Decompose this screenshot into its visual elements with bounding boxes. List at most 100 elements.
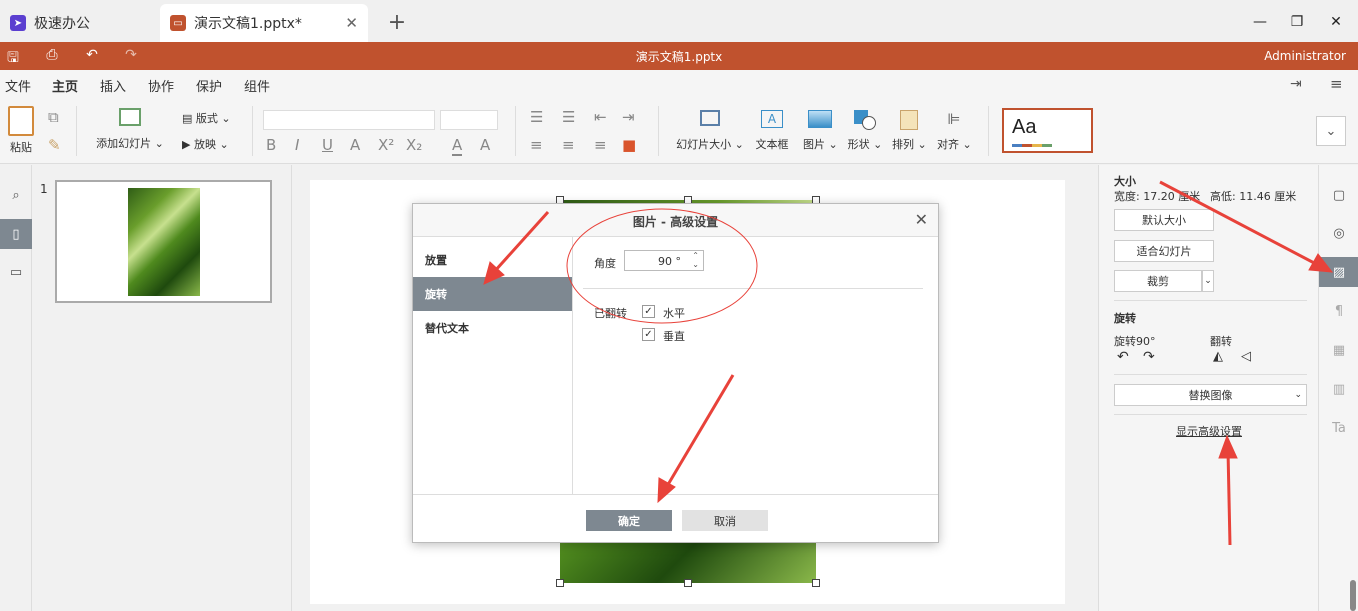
theme-sample-text: Aa [1012, 116, 1037, 138]
slide-size-button[interactable]: 幻灯片大小 ⌄ [676, 110, 744, 152]
thumbnail-picture [128, 188, 200, 296]
font-family-select[interactable] [263, 110, 435, 130]
spinner-icon[interactable]: ⌃ ⌄ [692, 251, 699, 269]
textbox-button[interactable]: A 文本框 [754, 110, 790, 152]
chart-settings-icon[interactable]: ▥ [1319, 374, 1358, 404]
dialog-nav: 放置 旋转 替代文本 [413, 237, 573, 494]
nav-rotation[interactable]: 旋转 [413, 277, 572, 311]
numbered-list-icon[interactable]: ☰ [562, 108, 575, 126]
rotate90-label: 旋转90° [1114, 335, 1156, 348]
nav-placement[interactable]: 放置 [413, 243, 572, 277]
hamburger-menu-icon[interactable]: ≡ [1330, 75, 1343, 93]
width-value: 宽度: 17.20 厘米 [1114, 190, 1201, 203]
tab-document[interactable]: ▭ 演示文稿1.pptx* ✕ [160, 4, 368, 42]
flip-horizontal-icon[interactable]: ◭ [1213, 349, 1223, 364]
close-icon[interactable]: ✕ [915, 210, 928, 229]
decrease-indent-icon[interactable]: ⇤ [594, 108, 607, 126]
angle-value: 90 ° [658, 255, 681, 268]
title-bar: 🖫 ⎙ ↶ ↷ 演示文稿1.pptx Administrator [0, 42, 1358, 70]
picture-button[interactable]: 图片 ⌄ [803, 110, 838, 152]
menu-components[interactable]: 组件 [244, 76, 270, 95]
resize-handle[interactable] [684, 579, 692, 587]
slide-thumbnail[interactable] [55, 180, 272, 303]
paragraph-settings-icon[interactable]: ¶ [1319, 296, 1358, 326]
italic-icon[interactable]: I [295, 136, 299, 154]
line-spacing-icon[interactable]: ≡ [594, 136, 607, 154]
highlight-icon[interactable]: A [480, 136, 490, 154]
increase-indent-icon[interactable]: ⇥ [622, 108, 635, 126]
menu-protect[interactable]: 保护 [196, 76, 222, 95]
text-art-settings-icon[interactable]: Ta [1319, 413, 1358, 443]
menu-file[interactable]: 文件 [5, 76, 31, 95]
underline-icon[interactable]: U [322, 136, 333, 154]
align-left-icon[interactable]: ≡ [530, 136, 543, 154]
fill-color-icon[interactable]: ■ [622, 136, 636, 154]
slides-view-icon[interactable]: ▯ [0, 219, 32, 249]
new-tab-button[interactable]: + [386, 10, 408, 35]
close-window-button[interactable]: ✕ [1326, 12, 1346, 32]
rotate-left-icon[interactable]: ↶ [1117, 349, 1129, 365]
height-value: 高低: 11.46 厘米 [1210, 190, 1297, 203]
picture-settings-icon[interactable]: ▨ [1319, 257, 1358, 287]
format-painter-icon[interactable]: ✎ [48, 136, 61, 154]
layout-button[interactable]: ▤ 版式 ⌄ [182, 110, 231, 126]
rotate-right-icon[interactable]: ↷ [1143, 349, 1155, 365]
slide-settings-icon[interactable]: ▢ [1319, 180, 1358, 210]
arrange-button[interactable]: 排列 ⌄ [892, 110, 927, 152]
resize-handle[interactable] [556, 579, 564, 587]
vertical-checkbox[interactable]: ✓ [642, 328, 655, 341]
play-button[interactable]: ▶ 放映 ⌄ [182, 136, 229, 152]
shape-icon [854, 110, 876, 130]
angle-input[interactable]: 90 ° ⌃ ⌄ [624, 250, 704, 271]
shape-button[interactable]: 形状 ⌄ [847, 110, 883, 152]
ok-button[interactable]: 确定 [586, 510, 672, 531]
tab-label: 极速办公 [34, 16, 90, 32]
close-tab-icon[interactable]: ✕ [345, 14, 358, 32]
superscript-icon[interactable]: X² [378, 136, 394, 154]
replace-image-select[interactable]: 替换图像 ⌄ [1114, 384, 1307, 406]
font-color-icon[interactable]: A [452, 136, 463, 156]
bold-icon[interactable]: B [266, 136, 276, 154]
shape-settings-icon[interactable]: ◎ [1319, 218, 1358, 248]
default-size-button[interactable]: 默认大小 [1114, 209, 1214, 231]
resize-handle[interactable] [812, 579, 820, 587]
theme-thumbnail[interactable]: Aa [1002, 108, 1093, 153]
horizontal-checkbox[interactable]: ✓ [642, 305, 655, 318]
align-center-icon[interactable]: ≡ [562, 136, 575, 154]
copy-icon[interactable]: ⧉ [48, 108, 59, 126]
menu-insert[interactable]: 插入 [100, 76, 126, 95]
flip-vertical-icon[interactable]: ◁ [1241, 349, 1251, 364]
restore-button[interactable]: ❐ [1287, 12, 1307, 32]
comments-icon[interactable]: ▭ [0, 257, 32, 287]
show-advanced-settings-link[interactable]: 显示高级设置 [1099, 423, 1319, 439]
cancel-button[interactable]: 取消 [682, 510, 768, 531]
crop-dropdown-button[interactable]: ⌄ [1202, 270, 1214, 292]
menu-home[interactable]: 主页 [52, 76, 79, 100]
picture-icon [808, 110, 832, 128]
scrollbar-thumb[interactable] [1350, 580, 1356, 611]
paste-button[interactable]: 粘贴 [6, 106, 36, 155]
play-label: 放映 [193, 138, 216, 151]
crop-button[interactable]: 裁剪 [1114, 270, 1202, 292]
subscript-icon[interactable]: X₂ [406, 136, 422, 154]
nav-alt-text[interactable]: 替代文本 [413, 311, 572, 345]
arrange-label: 排列 [892, 138, 914, 151]
fit-slide-button[interactable]: 适合幻灯片 [1114, 240, 1214, 262]
bullet-list-icon[interactable]: ☰ [530, 108, 543, 126]
window-title: 演示文稿1.pptx [635, 50, 723, 64]
table-settings-icon[interactable]: ▦ [1319, 335, 1358, 365]
strikethrough-icon[interactable]: A [350, 136, 360, 154]
open-location-icon[interactable]: ⇥ [1290, 76, 1302, 92]
add-slide-button[interactable]: 添加幻灯片 ⌄ [95, 108, 165, 151]
right-tool-bar: ▢ ◎ ▨ ¶ ▦ ▥ Ta [1318, 165, 1358, 611]
font-size-select[interactable] [440, 110, 498, 130]
tab-bar: ➤ 极速办公 ▭ 演示文稿1.pptx* ✕ + — ❐ ✕ [0, 0, 1358, 42]
tab-home[interactable]: ➤ 极速办公 [0, 4, 152, 42]
picture-label: 图片 [803, 138, 825, 151]
expand-themes-button[interactable]: ⌄ [1316, 116, 1346, 146]
user-name[interactable]: Administrator [1264, 49, 1346, 63]
minimize-button[interactable]: — [1250, 12, 1270, 32]
search-icon[interactable]: ⌕ [0, 180, 32, 210]
menu-collaborate[interactable]: 协作 [148, 76, 174, 95]
align-button[interactable]: ⊫ 对齐 ⌄ [937, 110, 972, 152]
